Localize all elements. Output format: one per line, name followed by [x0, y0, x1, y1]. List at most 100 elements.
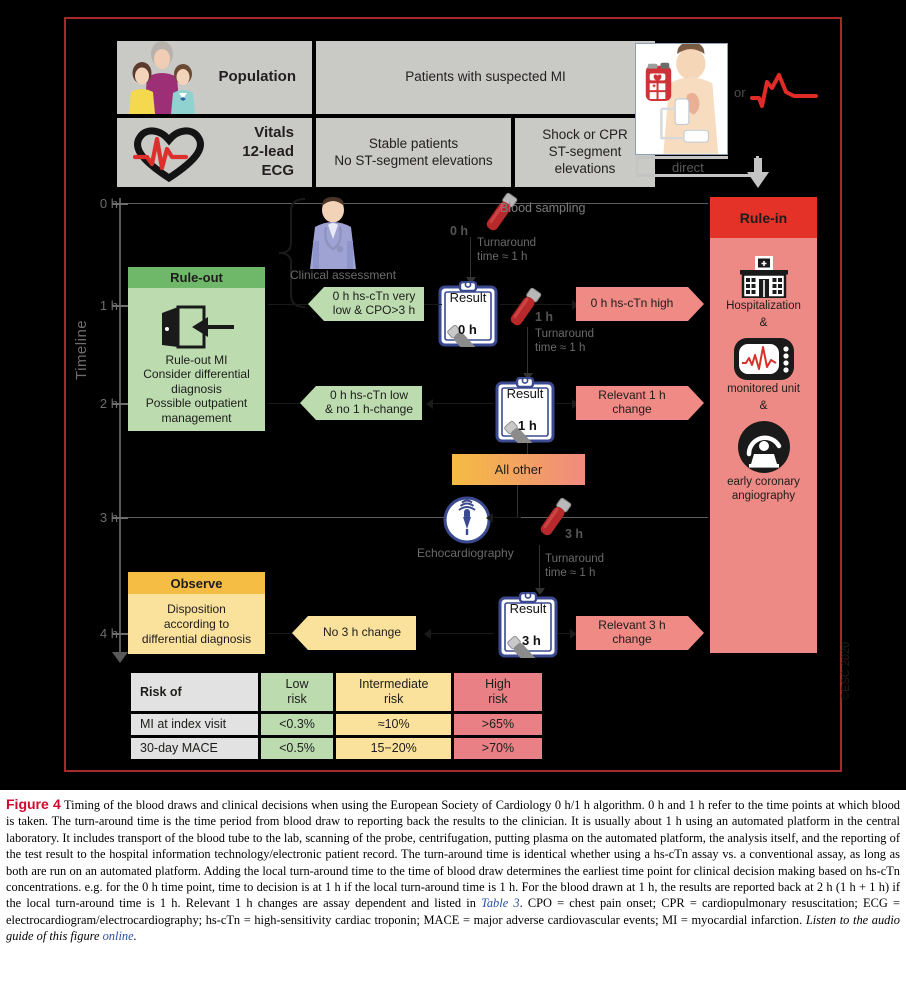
timeline-axis-arrow: [112, 652, 128, 663]
turnaround-label-1h: Turnaround time ≈ 1 h: [535, 327, 594, 356]
caption-audio-link[interactable]: online: [103, 929, 134, 943]
td-row2-mid: 15−20%: [336, 738, 451, 759]
angiography-icon: [737, 421, 790, 474]
observe-line1: Disposition: [167, 601, 226, 616]
th-low-risk: Low risk: [260, 673, 334, 711]
observe-body: Disposition according to differential di…: [128, 594, 265, 654]
callout-green-1-body: 0 h hs-cTn very low & CPO>3 h: [324, 287, 424, 321]
turnaround-3h-line: [539, 545, 541, 590]
table-header-row: Risk of Low risk Intermediate risk High …: [131, 673, 542, 711]
td-row1-mid: ≈10%: [336, 714, 451, 735]
rule-out-block: Rule-out Rule-out MI Consider differenti…: [128, 267, 265, 431]
tube-1h-time-label: 1 h: [535, 310, 554, 324]
table-row: 30-day MACE <0.5% 15−20% >70%: [131, 738, 542, 759]
ecg-waveform-icon: [750, 73, 818, 108]
th-mid-l2: risk: [383, 692, 404, 706]
rule-in-amp-1: &: [759, 314, 768, 329]
result-3h-word: Result: [509, 601, 547, 616]
td-row2-label: 30-day MACE: [131, 738, 258, 759]
blood-sampling-label: Blood sampling: [500, 201, 586, 215]
timeline-axis-label: Timeline: [73, 319, 90, 380]
risk-table: Risk of Low risk Intermediate risk High …: [128, 670, 545, 762]
shock-line3: elevations: [554, 160, 616, 176]
th-risk-of: Risk of: [131, 673, 258, 711]
result-3h-time: 3 h: [522, 633, 541, 648]
turnaround-0h-line2: time ≈ 1 h: [477, 251, 528, 264]
family-illustration: [122, 41, 202, 114]
callout-green-1-tip: [308, 287, 324, 321]
vitals-label-line1: Vitals: [254, 124, 294, 142]
turnaround-label-0h: Turnaround time ≈ 1 h: [477, 236, 536, 265]
tick-mark-4h: [112, 633, 128, 635]
tube-0h-time-label: 0 h: [450, 224, 469, 238]
connector-defib-bottom: [636, 156, 728, 159]
clinician-illustration: [310, 197, 356, 269]
callout-red-2-body: Relevant 1 h change: [576, 386, 688, 420]
tick-mark-2h: [112, 403, 128, 405]
rule-out-line1: Rule-out MI: [165, 353, 228, 368]
turnaround-1h-line2: time ≈ 1 h: [535, 342, 586, 355]
callout-green-2-tip: [300, 386, 316, 420]
rule-in-body: Hospitalization & monitored unit & early…: [710, 238, 817, 653]
arrow-echo-left: [486, 513, 493, 523]
td-row2-high: >70%: [453, 738, 542, 759]
callout-yellow-tip: [292, 616, 308, 650]
caption-figure-number: Figure 4: [6, 796, 61, 812]
th-high-l1: High: [485, 677, 511, 691]
all-other-box: All other: [452, 454, 585, 485]
tube-3h-time-label: 3 h: [565, 527, 584, 541]
line-echo-right: [491, 517, 521, 519]
figure-caption: Figure 4 Timing of the blood draws and c…: [0, 790, 906, 988]
tick-mark-0h: [112, 203, 128, 205]
th-mid-l1: Intermediate: [358, 677, 429, 691]
direct-label: direct: [672, 160, 704, 175]
arrow-result1h-left: [426, 399, 433, 409]
hospital-icon: [739, 256, 788, 298]
result-1h-word: Result: [506, 386, 544, 401]
table-row: MI at index visit <0.3% ≈10% >65%: [131, 714, 542, 735]
figure-graphic: Population Patients with suspected MI Vi…: [0, 0, 906, 790]
observe-header: Observe: [128, 572, 265, 594]
shock-line2: ST-segment: [548, 144, 622, 160]
observe-line3: differential diagnosis: [141, 631, 252, 646]
callout-red-2-tip: [688, 386, 704, 420]
rule-in-amp-2: &: [759, 397, 768, 412]
gridline-0h: [128, 203, 708, 204]
turnaround-3h-line1: Turnaround: [545, 553, 605, 565]
callout-green-2-body: 0 h hs-cTn low & no 1 h-change: [316, 386, 422, 420]
callout-red-1h-change: Relevant 1 h change: [576, 386, 704, 420]
population-label: Population: [218, 68, 297, 86]
callout-red-3-body: Relevant 3 h change: [576, 616, 688, 650]
or-label: or: [734, 85, 746, 100]
result-0h-time: 0 h: [458, 322, 477, 337]
tick-mark-3h: [112, 517, 128, 519]
defibrillator-patient-illustration: [635, 43, 728, 155]
callout-green-0h-verylow: 0 h hs-cTn very low & CPO>3 h: [308, 287, 424, 321]
turnaround-0h-line: [470, 237, 472, 279]
arrow-result3h-left: [424, 629, 431, 639]
connector-defib-down: [636, 156, 638, 176]
result-0h-word: Result: [449, 290, 487, 305]
caption-table-link[interactable]: Table 3: [481, 896, 519, 910]
th-intermediate-risk: Intermediate risk: [336, 673, 451, 711]
callout-green-0h-low: 0 h hs-cTn low & no 1 h-change: [300, 386, 422, 420]
callout-red-3h-change: Relevant 3 h change: [576, 616, 704, 650]
turnaround-1h-line1: Turnaround: [535, 328, 595, 340]
rule-in-label-hospitalization: Hospitalization: [726, 300, 801, 312]
rule-in-header: Rule-in: [710, 197, 817, 238]
copyright-notice: ©ESC 2020: [840, 641, 852, 700]
shock-cpr-cell: Shock or CPR ST-segment elevations: [515, 118, 655, 187]
callout-red-3-tip: [688, 616, 704, 650]
vitals-label-line2: 12-lead: [242, 143, 294, 161]
line-allother-down: [517, 485, 519, 518]
echocardiography-label: Echocardiography: [417, 546, 514, 560]
rulein-arrow-icon: [747, 172, 769, 188]
clinical-assessment-label: Clinical assessment: [290, 268, 397, 282]
green2-line2: & no 1 h-change: [324, 402, 414, 416]
turnaround-0h-line1: Turnaround: [477, 237, 537, 249]
vitals-label-line3: ECG: [261, 161, 294, 179]
blood-tube-1h-icon: [510, 287, 542, 326]
stable-line2: No ST-segment elevations: [334, 152, 493, 168]
th-high-risk: High risk: [453, 673, 542, 711]
line-result3h-left: [430, 633, 494, 635]
